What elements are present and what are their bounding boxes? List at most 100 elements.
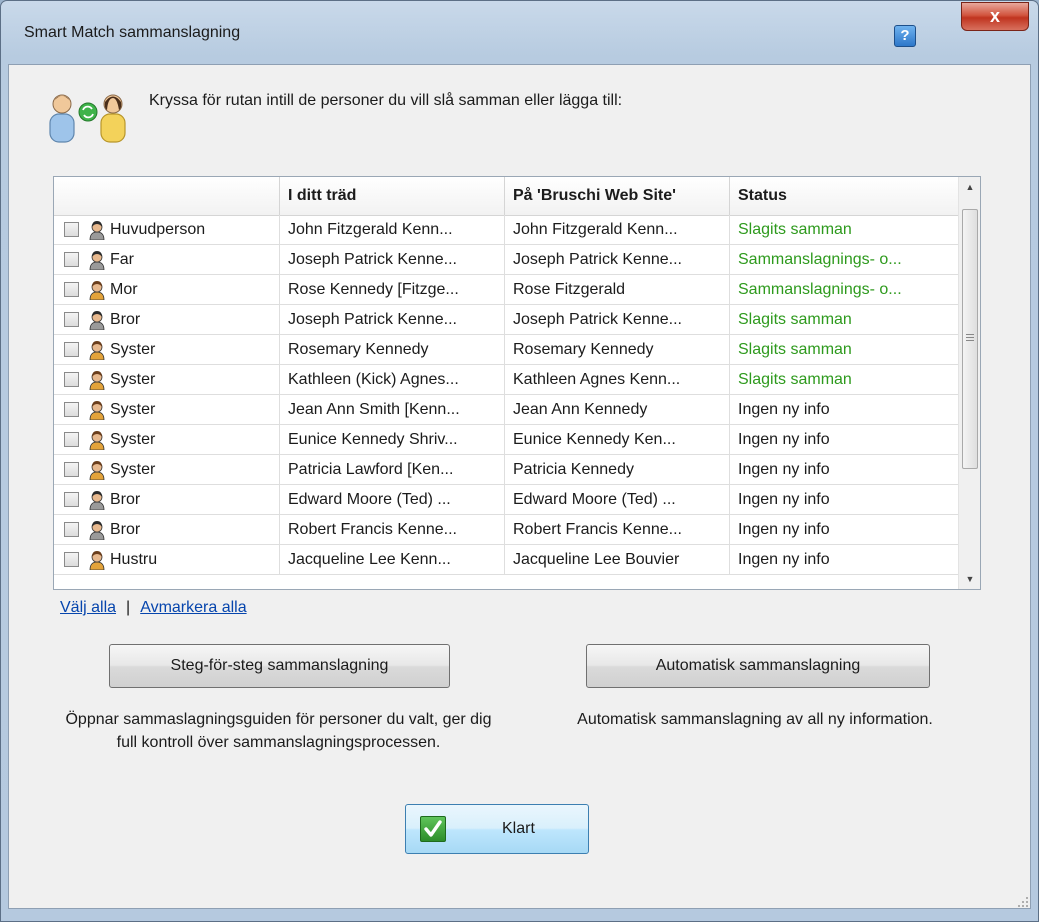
automatic-merge-button[interactable]: Automatisk sammanslagning: [586, 644, 930, 688]
site-name-cell: Joseph Patrick Kenne...: [505, 305, 730, 335]
status-cell: Ingen ny info: [738, 461, 830, 478]
relation-label: Far: [110, 251, 134, 268]
row-checkbox[interactable]: [64, 282, 79, 297]
select-all-link[interactable]: Välj alla: [60, 599, 116, 616]
scrollbar-thumb[interactable]: [962, 209, 978, 469]
vertical-scrollbar[interactable]: ▲ ▼: [958, 177, 980, 589]
row-checkbox[interactable]: [64, 222, 79, 237]
relation-label: Mor: [110, 281, 138, 298]
column-header-site[interactable]: På 'Bruschi Web Site': [505, 177, 730, 215]
relation-label: Bror: [110, 311, 141, 328]
status-cell: Ingen ny info: [738, 521, 830, 538]
instruction-text: Kryssa för rutan intill de personer du v…: [149, 92, 623, 109]
relation-label: Hustru: [110, 551, 158, 568]
male-person-icon: [89, 491, 105, 510]
relation-cell: Huvudperson: [54, 215, 280, 245]
help-button[interactable]: ?: [894, 25, 916, 47]
relation-cell: Syster: [54, 455, 280, 485]
row-checkbox[interactable]: [64, 402, 79, 417]
row-checkbox[interactable]: [64, 432, 79, 447]
table-row[interactable]: Syster Kathleen (Kick) Agnes... Kathleen A…: [54, 365, 958, 395]
relation-cell: Bror: [54, 305, 280, 335]
tree-name-cell: Rosemary Kennedy: [280, 335, 505, 365]
checkmark-icon: [420, 816, 446, 842]
tree-name-cell: Joseph Patrick Kenne...: [280, 305, 505, 335]
column-header-status[interactable]: Status: [730, 177, 958, 215]
status-cell: Ingen ny info: [738, 551, 830, 568]
done-button[interactable]: Klart: [405, 804, 589, 854]
male-person-icon: [89, 251, 105, 270]
relation-cell: Syster: [54, 335, 280, 365]
auto-merge-description: Automatisk sammanslagning av all ny info…: [577, 711, 933, 728]
female-person-icon: [89, 281, 105, 300]
relation-label: Syster: [110, 431, 156, 448]
table-row[interactable]: Huvudperson John Fitzgerald Kenn... John F…: [54, 215, 958, 245]
status-cell: Slagits samman: [738, 221, 852, 238]
scroll-down-arrow-icon[interactable]: ▼: [959, 569, 980, 589]
table-row[interactable]: Mor Rose Kennedy [Fitzge... Rose Fitzgeral…: [54, 275, 958, 305]
table-row[interactable]: Syster Jean Ann Smith [Kenn... Jean Ann Ke…: [54, 395, 958, 425]
site-name-cell: Jacqueline Lee Bouvier: [505, 545, 730, 575]
resize-grip-icon[interactable]: [1017, 896, 1029, 908]
site-name-cell: Edward Moore (Ted) ...: [505, 485, 730, 515]
site-name-cell: Eunice Kennedy Ken...: [505, 425, 730, 455]
row-checkbox[interactable]: [64, 492, 79, 507]
done-button-label: Klart: [502, 820, 535, 837]
status-cell: Slagits samman: [738, 371, 852, 388]
female-person-icon: [89, 431, 105, 450]
table-row[interactable]: Hustru Jacqueline Lee Kenn... Jacqueline L…: [54, 545, 958, 575]
relation-cell: Far: [54, 245, 280, 275]
deselect-all-link[interactable]: Avmarkera alla: [140, 599, 246, 616]
row-checkbox[interactable]: [64, 342, 79, 357]
link-separator: |: [126, 599, 131, 616]
row-checkbox[interactable]: [64, 252, 79, 267]
column-header-relation[interactable]: [54, 177, 280, 215]
site-name-cell: Kathleen Agnes Kenn...: [505, 365, 730, 395]
site-name-cell: Rose Fitzgerald: [505, 275, 730, 305]
tree-name-cell: Edward Moore (Ted) ...: [280, 485, 505, 515]
table-row[interactable]: Bror Robert Francis Kenne... Robert Franci…: [54, 515, 958, 545]
tree-name-cell: Jean Ann Smith [Kenn...: [280, 395, 505, 425]
status-cell: Slagits samman: [738, 311, 852, 328]
relation-cell: Syster: [54, 425, 280, 455]
selection-links: Välj alla | Avmarkera alla: [60, 599, 247, 617]
tree-name-cell: Robert Francis Kenne...: [280, 515, 505, 545]
table-row[interactable]: Bror Edward Moore (Ted) ... Edward Moore (…: [54, 485, 958, 515]
row-checkbox[interactable]: [64, 552, 79, 567]
table-row[interactable]: Bror Joseph Patrick Kenne... Joseph Patric…: [54, 305, 958, 335]
relation-cell: Syster: [54, 395, 280, 425]
status-cell: Ingen ny info: [738, 431, 830, 448]
row-checkbox[interactable]: [64, 462, 79, 477]
row-checkbox[interactable]: [64, 312, 79, 327]
relation-label: Huvudperson: [110, 221, 206, 238]
male-person-icon: [89, 311, 105, 330]
table-row[interactable]: Syster Rosemary Kennedy Rosemary Kennedy Sl…: [54, 335, 958, 365]
table-row[interactable]: Syster Eunice Kennedy Shriv... Eunice Kenn…: [54, 425, 958, 455]
window-title: Smart Match sammanslagning: [24, 24, 241, 41]
step-by-step-merge-button[interactable]: Steg-för-steg sammanslagning: [109, 644, 450, 688]
row-checkbox[interactable]: [64, 372, 79, 387]
table-header: I ditt träd På 'Bruschi Web Site' Status: [54, 177, 958, 216]
tree-name-cell: Eunice Kennedy Shriv...: [280, 425, 505, 455]
person-table: I ditt träd På 'Bruschi Web Site' Status…: [53, 176, 981, 590]
row-checkbox[interactable]: [64, 522, 79, 537]
site-name-cell: Rosemary Kennedy: [505, 335, 730, 365]
close-button[interactable]: x: [961, 2, 1029, 31]
table-row[interactable]: Far Joseph Patrick Kenne... Joseph Patrick…: [54, 245, 958, 275]
relation-cell: Syster: [54, 365, 280, 395]
relation-label: Syster: [110, 371, 156, 388]
relation-label: Bror: [110, 521, 141, 538]
column-header-tree[interactable]: I ditt träd: [280, 177, 505, 215]
status-cell: Sammanslagnings- o...: [738, 281, 902, 298]
relation-cell: Hustru: [54, 545, 280, 575]
relation-label: Syster: [110, 461, 156, 478]
female-person-icon: [89, 401, 105, 420]
female-person-icon: [89, 461, 105, 480]
scroll-up-arrow-icon[interactable]: ▲: [959, 177, 980, 197]
table-row[interactable]: Syster Patricia Lawford [Ken... Patricia K…: [54, 455, 958, 485]
tree-name-cell: Jacqueline Lee Kenn...: [280, 545, 505, 575]
status-cell: Slagits samman: [738, 341, 852, 358]
male-person-icon: [89, 521, 105, 540]
tree-name-cell: Kathleen (Kick) Agnes...: [280, 365, 505, 395]
tree-name-cell: Rose Kennedy [Fitzge...: [280, 275, 505, 305]
